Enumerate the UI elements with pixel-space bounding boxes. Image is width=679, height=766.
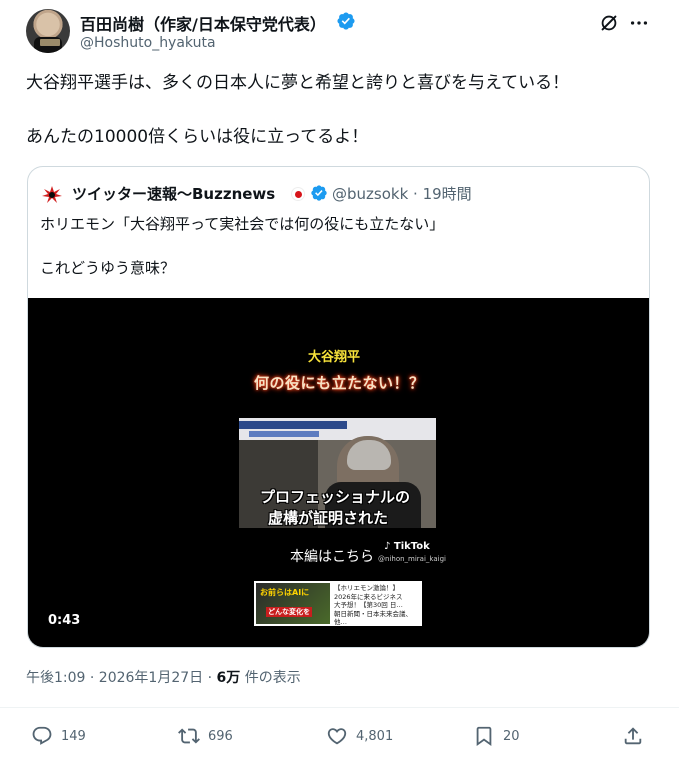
author-handle[interactable]: @Hoshuto_hyakuta [80,35,216,51]
tweet-text: 大谷翔平選手は、多くの日本人に夢と希望と誇りと喜びを与えている！ あんたの100… [26,73,570,147]
verified-badge-icon[interactable] [310,184,328,202]
view-count: 6万 [216,670,241,686]
quoted-tweet[interactable]: ツイッター速報〜Buzznews @buzsokk · 19時間 ホリエモン「大… [27,166,650,648]
repost-icon [178,728,200,744]
tiktok-username: @nihon_mirai_kaigi [378,555,446,563]
quote-handle-time[interactable]: @buzsokk · 19時間 [332,183,472,204]
video-duration: 0:43 [48,613,81,628]
bookmark-icon [476,726,492,747]
share-button[interactable] [622,725,644,747]
grok-icon[interactable] [598,12,620,34]
author-avatar[interactable] [26,9,70,53]
video-caption-main: 何の役にも立たない！？ [254,374,425,392]
tiktok-label: TikTok [393,541,430,552]
endcard-thumb-text2: どんな変化を [266,607,312,617]
repost-count: 696 [208,728,233,744]
like-button[interactable]: 4,801 [326,725,393,747]
reply-icon [32,726,52,745]
bookmark-button[interactable]: 20 [473,725,520,747]
frame-banner-strip [239,421,347,429]
video-honpen-text: 本編はこちら [290,549,374,565]
divider [0,707,679,708]
views-label: 件の表示 [240,670,301,686]
video-subtitle-line2: 虚構が証明された [268,509,389,527]
reply-count: 149 [61,728,86,744]
verified-badge-icon[interactable] [336,11,356,31]
quote-avatar[interactable] [40,183,64,207]
avatar-badge [40,39,60,46]
frame-banner-strip [249,431,319,437]
quote-author-name[interactable]: ツイッター速報〜Buzznews [72,183,275,204]
tiktok-watermark: ♪ TikTok [384,541,430,552]
video-subtitle-line1: プロフェッショナルの [260,488,411,506]
more-options-icon[interactable] [628,12,650,34]
video-caption-top: 大谷翔平 [308,350,361,365]
video-endcard: お前らはAIに どんな変化を 【ホリエモン激論！】 2026年に来るビジネス 大… [254,581,422,626]
post-timestamp[interactable]: 午後1:09 · 2026年1月27日 · [26,670,217,686]
quote-text: ホリエモン「大谷翔平って実社会では何の役にも立たない」 これどうゆう意味？ [40,215,445,277]
frame-person-hair [347,440,391,470]
endcard-text: 【ホリエモン激論！】 2026年に来るビジネス 大予想！【第30回 日… 朝日新… [334,584,412,626]
video-player[interactable]: 大谷翔平 何の役にも立たない！？ プロフェッショナルの 虚構が証明された 本編は… [28,298,649,647]
post-meta: 午後1:09 · 2026年1月27日 · 6万 件の表示 [26,667,301,687]
reply-button[interactable]: 149 [31,725,86,747]
repost-button[interactable]: 696 [178,725,233,747]
bookmark-count: 20 [503,728,520,744]
endcard-thumb-text1: お前らはAIに [260,588,310,597]
heart-icon [327,728,347,745]
share-icon [624,727,642,745]
japan-flag-icon [291,187,305,201]
author-name[interactable]: 百田尚樹（作家/日本保守党代表） [80,11,326,35]
like-count: 4,801 [356,728,394,744]
endcard-thumbnail: お前らはAIに どんな変化を [256,583,330,624]
